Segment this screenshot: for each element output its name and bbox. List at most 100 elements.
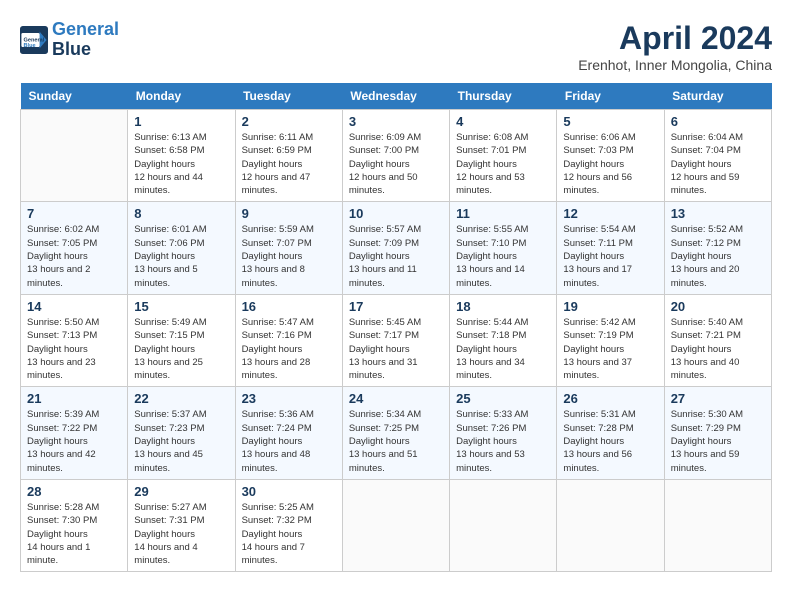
day-info: Sunrise: 5:42 AMSunset: 7:19 PMDaylight … — [563, 316, 657, 382]
day-number: 7 — [27, 206, 121, 221]
calendar-cell: 7 Sunrise: 6:02 AMSunset: 7:05 PMDaylight… — [21, 202, 128, 294]
calendar-cell: 19 Sunrise: 5:42 AMSunset: 7:19 PMDayligh… — [557, 294, 664, 386]
calendar-cell: 30Sunrise: 5:25 AMSunset: 7:32 PMDayligh… — [235, 479, 342, 571]
calendar-cell: 10 Sunrise: 5:57 AMSunset: 7:09 PMDayligh… — [342, 202, 449, 294]
day-info: Sunrise: 6:01 AMSunset: 7:06 PMDaylight … — [134, 223, 228, 289]
calendar-cell: 13 Sunrise: 5:52 AMSunset: 7:12 PMDayligh… — [664, 202, 771, 294]
day-info: Sunrise: 5:40 AMSunset: 7:21 PMDaylight … — [671, 316, 765, 382]
day-number: 3 — [349, 114, 443, 129]
calendar-cell — [342, 479, 449, 571]
day-number: 2 — [242, 114, 336, 129]
calendar-cell: 27 Sunrise: 5:30 AMSunset: 7:29 PMDayligh… — [664, 387, 771, 479]
calendar-cell: 8 Sunrise: 6:01 AMSunset: 7:06 PMDaylight… — [128, 202, 235, 294]
calendar-cell — [557, 479, 664, 571]
logo-text: GeneralBlue — [52, 20, 119, 60]
calendar-cell: 25 Sunrise: 5:33 AMSunset: 7:26 PMDayligh… — [450, 387, 557, 479]
logo: General Blue GeneralBlue — [20, 20, 119, 60]
calendar-cell: 18Sunrise: 5:44 AMSunset: 7:18 PMDayligh… — [450, 294, 557, 386]
day-info: Sunrise: 5:55 AMSunset: 7:10 PMDaylight … — [456, 223, 550, 289]
calendar-cell: 14Sunrise: 5:50 AMSunset: 7:13 PMDayligh… — [21, 294, 128, 386]
day-info: Sunrise: 5:37 AMSunset: 7:23 PMDaylight … — [134, 408, 228, 474]
calendar-cell: 21Sunrise: 5:39 AMSunset: 7:22 PMDayligh… — [21, 387, 128, 479]
day-info: Sunrise: 6:04 AMSunset: 7:04 PMDaylight … — [671, 131, 765, 197]
week-row-2: 7 Sunrise: 6:02 AMSunset: 7:05 PMDaylight… — [21, 202, 772, 294]
day-number: 12 — [563, 206, 657, 221]
day-number: 6 — [671, 114, 765, 129]
logo-icon: General Blue — [20, 26, 48, 54]
weekday-header-thursday: Thursday — [450, 83, 557, 110]
week-row-3: 14Sunrise: 5:50 AMSunset: 7:13 PMDayligh… — [21, 294, 772, 386]
day-info: Sunrise: 5:45 AMSunset: 7:17 PMDaylight … — [349, 316, 443, 382]
day-info: Sunrise: 5:57 AMSunset: 7:09 PMDaylight … — [349, 223, 443, 289]
week-row-1: 1 Sunrise: 6:13 AMSunset: 6:58 PMDaylight… — [21, 110, 772, 202]
day-number: 25 — [456, 391, 550, 406]
calendar-cell: 17 Sunrise: 5:45 AMSunset: 7:17 PMDayligh… — [342, 294, 449, 386]
day-info: Sunrise: 5:25 AMSunset: 7:32 PMDaylight … — [242, 501, 336, 567]
calendar-cell — [21, 110, 128, 202]
day-number: 15 — [134, 299, 228, 314]
day-info: Sunrise: 5:44 AMSunset: 7:18 PMDaylight … — [456, 316, 550, 382]
day-number: 22 — [134, 391, 228, 406]
day-info: Sunrise: 6:02 AMSunset: 7:05 PMDaylight … — [27, 223, 121, 289]
weekday-header-sunday: Sunday — [21, 83, 128, 110]
day-number: 17 — [349, 299, 443, 314]
day-number: 28 — [27, 484, 121, 499]
day-number: 9 — [242, 206, 336, 221]
calendar-cell: 29 Sunrise: 5:27 AMSunset: 7:31 PMDayligh… — [128, 479, 235, 571]
day-info: Sunrise: 6:08 AMSunset: 7:01 PMDaylight … — [456, 131, 550, 197]
day-number: 13 — [671, 206, 765, 221]
calendar-cell: 2 Sunrise: 6:11 AMSunset: 6:59 PMDaylight… — [235, 110, 342, 202]
day-info: Sunrise: 5:33 AMSunset: 7:26 PMDaylight … — [456, 408, 550, 474]
month-title: April 2024 — [578, 20, 772, 57]
week-row-4: 21Sunrise: 5:39 AMSunset: 7:22 PMDayligh… — [21, 387, 772, 479]
calendar-cell — [450, 479, 557, 571]
day-info: Sunrise: 5:47 AMSunset: 7:16 PMDaylight … — [242, 316, 336, 382]
day-info: Sunrise: 5:52 AMSunset: 7:12 PMDaylight … — [671, 223, 765, 289]
day-number: 21 — [27, 391, 121, 406]
day-info: Sunrise: 6:09 AMSunset: 7:00 PMDaylight … — [349, 131, 443, 197]
calendar-cell: 26 Sunrise: 5:31 AMSunset: 7:28 PMDayligh… — [557, 387, 664, 479]
calendar-cell: 1 Sunrise: 6:13 AMSunset: 6:58 PMDaylight… — [128, 110, 235, 202]
day-number: 23 — [242, 391, 336, 406]
weekday-header-saturday: Saturday — [664, 83, 771, 110]
day-number: 26 — [563, 391, 657, 406]
calendar-cell: 20 Sunrise: 5:40 AMSunset: 7:21 PMDayligh… — [664, 294, 771, 386]
day-number: 29 — [134, 484, 228, 499]
calendar-table: SundayMondayTuesdayWednesdayThursdayFrid… — [20, 83, 772, 572]
location: Erenhot, Inner Mongolia, China — [578, 57, 772, 73]
day-info: Sunrise: 5:59 AMSunset: 7:07 PMDaylight … — [242, 223, 336, 289]
day-number: 27 — [671, 391, 765, 406]
calendar-cell: 15Sunrise: 5:49 AMSunset: 7:15 PMDayligh… — [128, 294, 235, 386]
day-number: 20 — [671, 299, 765, 314]
calendar-cell: 9 Sunrise: 5:59 AMSunset: 7:07 PMDaylight… — [235, 202, 342, 294]
title-block: April 2024 Erenhot, Inner Mongolia, Chin… — [578, 20, 772, 73]
calendar-cell: 5Sunrise: 6:06 AMSunset: 7:03 PMDaylight… — [557, 110, 664, 202]
calendar-cell: 24Sunrise: 5:34 AMSunset: 7:25 PMDayligh… — [342, 387, 449, 479]
weekday-header-monday: Monday — [128, 83, 235, 110]
weekday-header-row: SundayMondayTuesdayWednesdayThursdayFrid… — [21, 83, 772, 110]
day-info: Sunrise: 6:13 AMSunset: 6:58 PMDaylight … — [134, 131, 228, 197]
day-info: Sunrise: 5:27 AMSunset: 7:31 PMDaylight … — [134, 501, 228, 567]
day-number: 1 — [134, 114, 228, 129]
day-number: 8 — [134, 206, 228, 221]
day-number: 16 — [242, 299, 336, 314]
weekday-header-tuesday: Tuesday — [235, 83, 342, 110]
day-info: Sunrise: 5:31 AMSunset: 7:28 PMDaylight … — [563, 408, 657, 474]
svg-text:Blue: Blue — [24, 43, 36, 49]
day-info: Sunrise: 5:30 AMSunset: 7:29 PMDaylight … — [671, 408, 765, 474]
calendar-cell: 4Sunrise: 6:08 AMSunset: 7:01 PMDaylight… — [450, 110, 557, 202]
day-number: 19 — [563, 299, 657, 314]
calendar-cell: 23 Sunrise: 5:36 AMSunset: 7:24 PMDayligh… — [235, 387, 342, 479]
day-info: Sunrise: 5:36 AMSunset: 7:24 PMDaylight … — [242, 408, 336, 474]
day-info: Sunrise: 6:11 AMSunset: 6:59 PMDaylight … — [242, 131, 336, 197]
day-number: 24 — [349, 391, 443, 406]
day-number: 10 — [349, 206, 443, 221]
calendar-cell: 11Sunrise: 5:55 AMSunset: 7:10 PMDayligh… — [450, 202, 557, 294]
calendar-cell: 22 Sunrise: 5:37 AMSunset: 7:23 PMDayligh… — [128, 387, 235, 479]
day-info: Sunrise: 5:50 AMSunset: 7:13 PMDaylight … — [27, 316, 121, 382]
calendar-cell: 12Sunrise: 5:54 AMSunset: 7:11 PMDayligh… — [557, 202, 664, 294]
day-info: Sunrise: 5:28 AMSunset: 7:30 PMDaylight … — [27, 501, 121, 567]
weekday-header-friday: Friday — [557, 83, 664, 110]
calendar-cell: 6 Sunrise: 6:04 AMSunset: 7:04 PMDaylight… — [664, 110, 771, 202]
page-header: General Blue GeneralBlue April 2024 Eren… — [20, 20, 772, 73]
